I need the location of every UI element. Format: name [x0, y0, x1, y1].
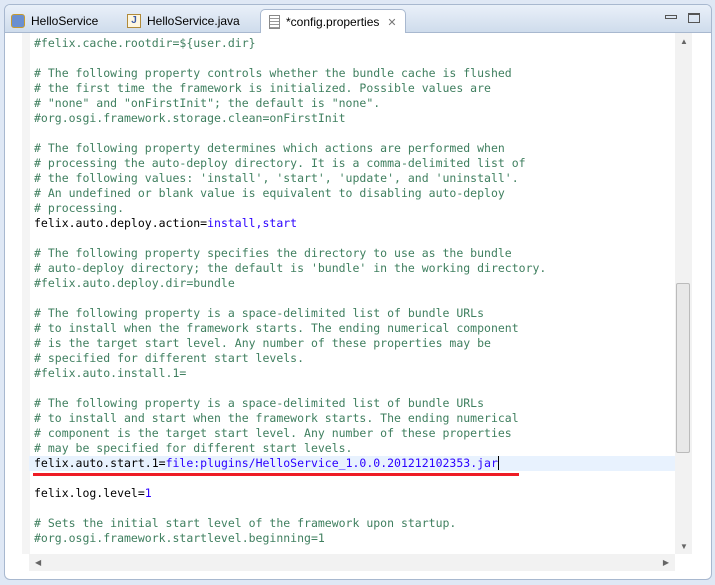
- comment-line: # to install when the framework starts. …: [34, 321, 519, 335]
- comment-line: # processing the auto-deploy directory. …: [34, 156, 526, 170]
- scrollbar-thumb[interactable]: [676, 283, 690, 453]
- maximize-icon[interactable]: [688, 13, 700, 23]
- comment-line: # is the target start level. Any number …: [34, 336, 491, 350]
- comment-line: # The following property determines whic…: [34, 141, 505, 155]
- scroll-right-icon[interactable]: ▶: [663, 558, 669, 567]
- property-line: felix.auto.start.1=file:plugins/HelloSer…: [34, 456, 499, 471]
- comment-line: #felix.auto.install.1=: [34, 366, 187, 380]
- comment-line: #felix.cache.rootdir=${user.dir}: [34, 36, 256, 50]
- comment-line: # the first time the framework is initia…: [34, 81, 491, 95]
- editor-window: HelloService J HelloService.java *config…: [4, 4, 712, 580]
- scroll-up-icon[interactable]: ▲: [680, 37, 688, 46]
- comment-line: # the following values: 'install', 'star…: [34, 171, 519, 185]
- comment-line: # may be specified for different start l…: [34, 441, 353, 455]
- comment-line: # The following property controls whethe…: [34, 66, 512, 80]
- comment-line: # The following property specifies the d…: [34, 246, 512, 260]
- property-value: 1: [144, 486, 152, 500]
- red-underline-annotation: [33, 473, 519, 476]
- text-file-icon: [269, 15, 280, 29]
- comment-line: # auto-deploy directory; the default is …: [34, 261, 547, 275]
- comment-line: # Sets the initial start level of the fr…: [34, 516, 457, 530]
- comment-line: # processing.: [34, 201, 125, 215]
- comment-line: #org.osgi.framework.storage.clean=onFirs…: [34, 111, 346, 125]
- scroll-left-icon[interactable]: ◀: [35, 558, 41, 567]
- property-value: install,start: [207, 216, 298, 230]
- tab-label: *config.properties: [286, 15, 380, 29]
- comment-line: #org.osgi.framework.startlevel.beginning…: [34, 531, 325, 545]
- comment-line: # An undefined or blank value is equival…: [34, 186, 505, 200]
- tab-helloservice[interactable]: HelloService: [11, 9, 98, 32]
- property-line: felix.log.level=1: [34, 486, 152, 501]
- property-key: felix.auto.deploy.action=: [34, 216, 208, 230]
- comment-line: # specified for different start levels.: [34, 351, 305, 365]
- close-icon[interactable]: ✕: [387, 16, 396, 29]
- tab-config-properties[interactable]: *config.properties ✕: [260, 9, 406, 34]
- comment-line: # The following property is a space-deli…: [34, 306, 485, 320]
- plugin-icon: [11, 13, 25, 28]
- text-editor[interactable]: #felix.cache.rootdir=${user.dir} # The fo…: [5, 33, 675, 554]
- tab-label: HelloService: [31, 13, 99, 28]
- tab-bar: HelloService J HelloService.java *config…: [5, 5, 711, 34]
- scroll-down-icon[interactable]: ▼: [680, 542, 688, 551]
- tab-helloservice-java[interactable]: J HelloService.java: [127, 9, 240, 32]
- comment-line: # The following property is a space-deli…: [34, 396, 485, 410]
- comment-line: # component is the target start level. A…: [34, 426, 512, 440]
- vertical-scrollbar[interactable]: ▲ ▼: [675, 33, 692, 554]
- comment-line: # to install and start when the framewor…: [34, 411, 519, 425]
- minimize-icon[interactable]: [665, 15, 677, 19]
- comment-line: #felix.auto.deploy.dir=bundle: [34, 276, 235, 290]
- tab-label: HelloService.java: [147, 13, 240, 28]
- property-line: felix.auto.deploy.action=install,start: [34, 216, 297, 231]
- line-ruler: [22, 33, 30, 554]
- property-key: felix.auto.start.1=: [34, 456, 166, 470]
- horizontal-scrollbar[interactable]: ◀ ▶: [29, 554, 675, 571]
- property-value: file:plugins/HelloService_1.0.0.20121210…: [165, 456, 499, 470]
- comment-line: # "none" and "onFirstInit"; the default …: [34, 96, 381, 110]
- java-file-icon: J: [127, 13, 141, 28]
- property-key: felix.log.level=: [34, 486, 145, 500]
